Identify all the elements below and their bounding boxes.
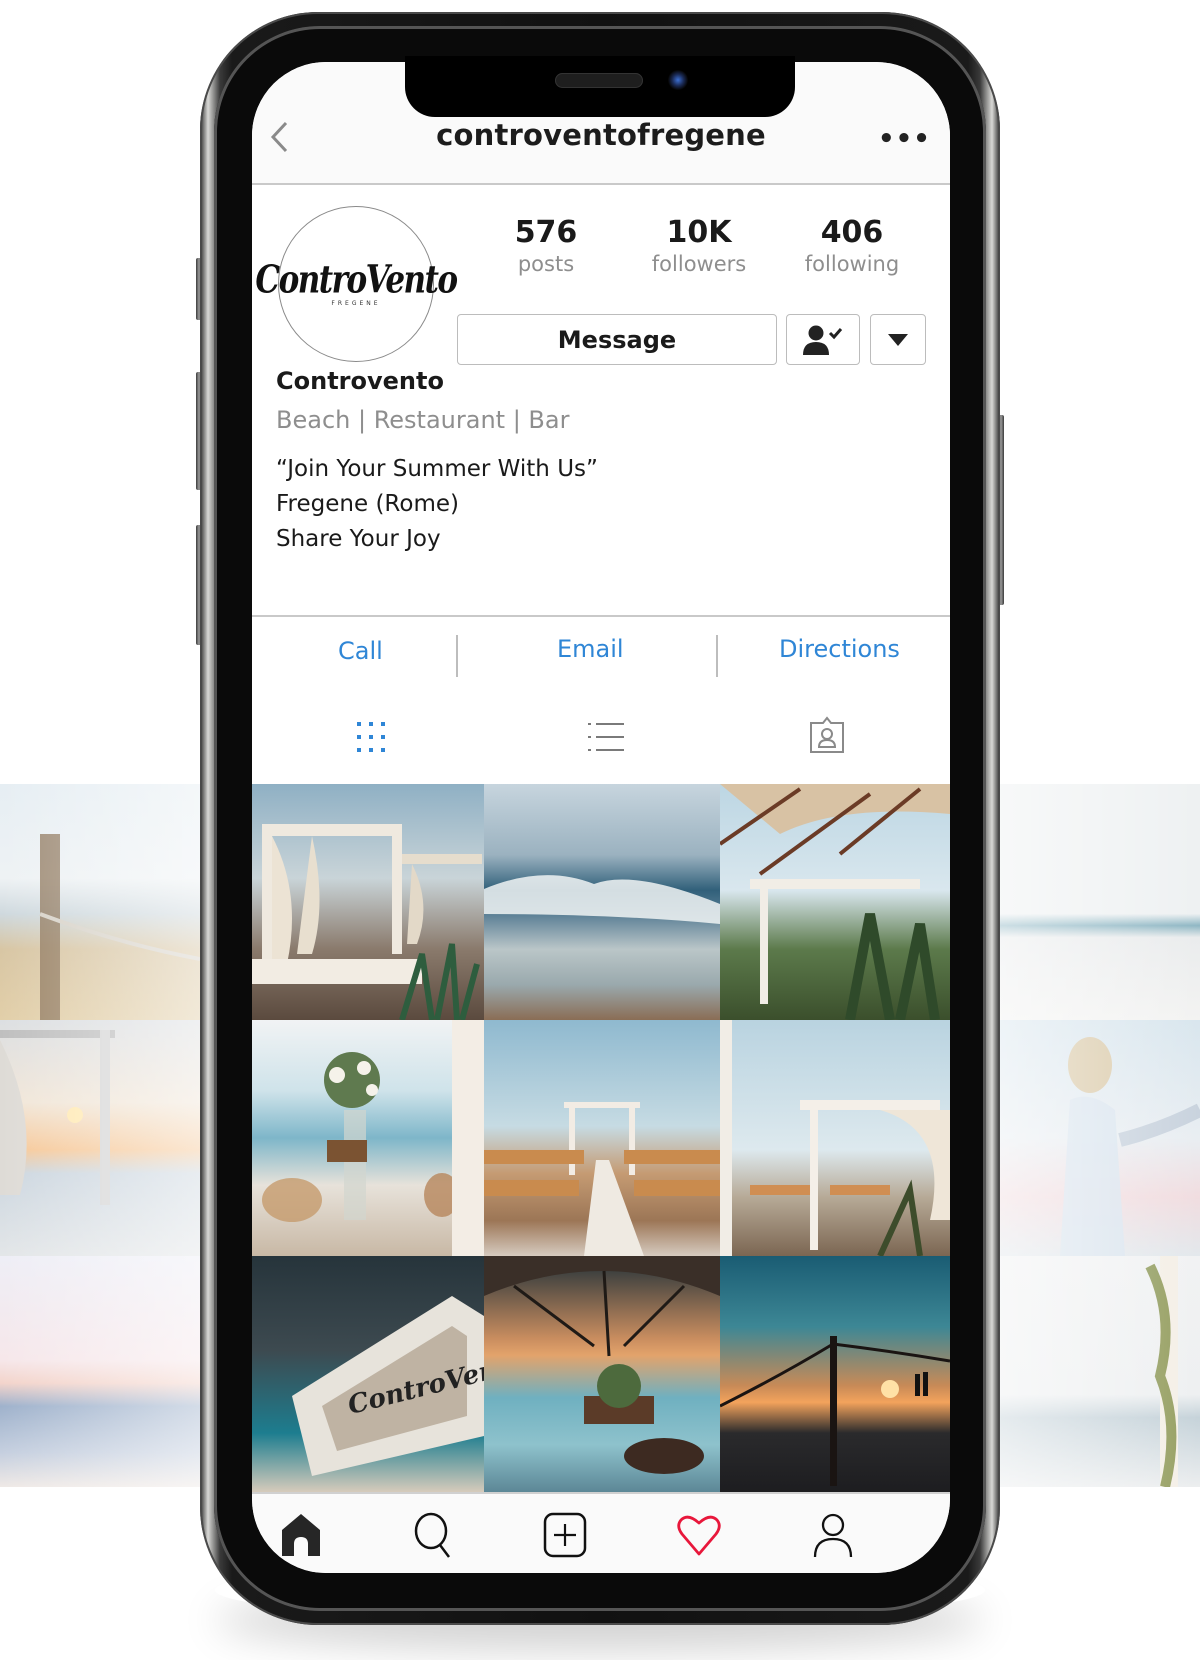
grid-photo[interactable]: [252, 1020, 484, 1256]
avatar[interactable]: ControVento FREGENE: [255, 206, 458, 362]
flower-vase-photo: [262, 1020, 484, 1256]
call-button[interactable]: Call: [338, 637, 383, 665]
heart-icon: [677, 1515, 721, 1556]
wave-photo: [484, 875, 720, 924]
side-photo-right-3: [1000, 1256, 1200, 1487]
side-photo-right-2: [1000, 1020, 1200, 1256]
grid-icon: [357, 722, 385, 752]
profile-icon: [813, 1513, 853, 1558]
grid-photo[interactable]: [484, 1020, 720, 1256]
wedding-aisle-photo: [484, 1102, 720, 1256]
bio-line: “Join Your Summer With Us”: [276, 456, 598, 482]
profile-section: ControVento FREGENE 576 posts 10K follow…: [252, 185, 950, 675]
add-post-icon: [543, 1512, 587, 1558]
search-icon: [414, 1512, 450, 1558]
directions-button[interactable]: Directions: [779, 635, 900, 663]
nav-new-post[interactable]: [542, 1512, 588, 1558]
page-title: controventofregene: [436, 118, 766, 152]
white-cabana-photo: [720, 1020, 950, 1256]
bio-line: Share Your Joy: [276, 526, 441, 552]
cabana-photo: [252, 824, 482, 1020]
more-horizontal-icon: •••: [878, 124, 931, 154]
nav-profile[interactable]: [810, 1512, 856, 1558]
email-button[interactable]: Email: [557, 635, 624, 663]
stat-followers-label: followers: [651, 252, 747, 276]
side-photo-right-1: [1000, 784, 1200, 1020]
stat-followers[interactable]: 10K followers: [624, 215, 774, 276]
avatar-logo: ControVento: [255, 257, 458, 302]
nav-search[interactable]: [412, 1512, 458, 1558]
stat-followers-value: 10K: [666, 215, 732, 250]
profile-name: Controvento: [276, 367, 444, 395]
sunset-rope-photo: [720, 1336, 950, 1486]
contact-actions: Call Email Directions: [252, 615, 950, 691]
home-icon: [282, 1514, 320, 1556]
stat-following[interactable]: 406 following: [777, 215, 927, 276]
grid-photo[interactable]: ControVento: [252, 1256, 484, 1492]
profile-bio: “Join Your Summer With Us” Fregene (Rome…: [276, 452, 598, 557]
grid-photo[interactable]: [720, 1020, 950, 1256]
photo-grid: ControVento: [252, 784, 950, 1492]
grid-photo[interactable]: [252, 784, 484, 1020]
tab-list[interactable]: [586, 717, 626, 757]
stat-posts[interactable]: 576 posts: [471, 215, 621, 276]
view-tabs: [252, 689, 950, 784]
restaurant-sign-photo: ControVento: [292, 1296, 484, 1476]
grid-photo[interactable]: [484, 784, 720, 1020]
profile-category: Beach | Restaurant | Bar: [276, 406, 570, 434]
side-photo-left-2: [0, 1020, 200, 1256]
nav-home[interactable]: [278, 1512, 324, 1558]
caret-down-icon: [888, 333, 908, 346]
message-button[interactable]: Message: [457, 314, 777, 365]
stat-following-value: 406: [820, 215, 884, 250]
grid-photo[interactable]: [720, 784, 950, 1020]
app-screen: controventofregene ••• ControVento FREGE…: [252, 62, 950, 1573]
bio-line: Fregene (Rome): [276, 491, 459, 517]
earpiece-speaker: [555, 73, 643, 88]
grid-photo[interactable]: [484, 1256, 720, 1492]
more-options-button[interactable]: •••: [878, 124, 931, 154]
nav-activity[interactable]: [676, 1512, 722, 1558]
tab-grid[interactable]: [352, 717, 392, 757]
suggestions-dropdown-button[interactable]: [870, 314, 926, 365]
following-button[interactable]: [786, 314, 860, 365]
front-camera: [668, 70, 688, 90]
umbrella-cabana-photo: [720, 784, 950, 1020]
sunset-table-photo: [484, 1256, 720, 1474]
stat-posts-label: posts: [517, 252, 575, 276]
stat-following-label: following: [804, 252, 900, 276]
tab-tagged[interactable]: [808, 715, 846, 755]
stat-posts-value: 576: [514, 215, 578, 250]
side-photo-left-3: [0, 1256, 200, 1487]
divider: [456, 635, 458, 677]
bottom-navigation: [252, 1492, 950, 1573]
list-icon: [588, 723, 624, 751]
divider: [716, 635, 718, 677]
tagged-user-icon: [810, 716, 844, 753]
side-photo-left-1: [0, 784, 200, 1020]
user-check-icon: [803, 325, 843, 355]
grid-photo[interactable]: [720, 1256, 950, 1492]
